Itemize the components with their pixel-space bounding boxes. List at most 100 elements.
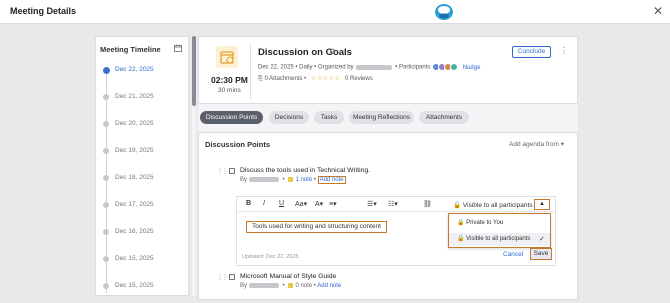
align-glyph: ≡ bbox=[329, 201, 334, 208]
visibility-option-private[interactable]: 🔒 Private to You bbox=[449, 217, 550, 230]
app-logo-icon bbox=[435, 4, 453, 20]
by-label: By bbox=[240, 283, 248, 290]
option-label: Visible to all participants bbox=[466, 236, 531, 242]
timeline-item[interactable]: Dec 21, 2025 bbox=[96, 92, 188, 104]
nudge-link[interactable]: Nudge bbox=[463, 65, 481, 71]
tab-decisions[interactable]: Decisions bbox=[269, 111, 309, 124]
align-icon[interactable]: ≡▾ bbox=[329, 200, 337, 208]
italic-icon[interactable]: I bbox=[263, 200, 265, 207]
timeline-item-label: Dec 15, 2025 bbox=[115, 255, 154, 262]
item-checkbox[interactable] bbox=[229, 274, 235, 280]
timeline-dot-icon bbox=[103, 256, 109, 262]
meeting-frequency: Daily bbox=[299, 64, 313, 71]
bold-icon[interactable]: B bbox=[246, 200, 251, 207]
meeting-meta: Dec 22, 2025 • Daily • Organized by • Pa… bbox=[258, 63, 481, 71]
font-size-letter: A bbox=[295, 201, 300, 208]
meeting-title: Discussion on Goals bbox=[258, 47, 352, 58]
meeting-duration: 30 mins bbox=[218, 87, 241, 94]
item-meta: By • 0 note • Add note bbox=[240, 283, 342, 290]
timeline-dot-icon bbox=[103, 202, 109, 208]
meeting-timeline-panel: Meeting Timeline Dec 22, 2025 Dec 21, 202… bbox=[95, 36, 189, 296]
font-size-icon[interactable]: Aa▾ bbox=[295, 200, 307, 208]
timeline-item-label: Dec 19, 2025 bbox=[115, 147, 154, 154]
organizer-name-redacted bbox=[355, 64, 392, 70]
title-bar: Meeting Details ✕ bbox=[0, 0, 670, 24]
drag-handle-icon[interactable]: ⋮⋮ bbox=[217, 274, 228, 281]
visibility-option-all[interactable]: 🔒 Visible to all participants ✓ bbox=[449, 233, 550, 246]
conclude-button[interactable]: Conclude bbox=[512, 46, 551, 58]
tab-attachments[interactable]: Attachments bbox=[419, 111, 469, 124]
link-icon[interactable]: ⛓ bbox=[423, 200, 432, 208]
add-agenda-dropdown[interactable]: Add agenda from ▾ bbox=[509, 140, 564, 148]
attachments-count[interactable]: 0 Attachments bbox=[264, 76, 302, 82]
tab-tasks[interactable]: Tasks bbox=[314, 111, 344, 124]
chevron-down-icon: ▾ bbox=[560, 141, 564, 148]
scrollbar-thumb[interactable] bbox=[192, 36, 196, 106]
timeline-item[interactable]: Dec 17, 2025 bbox=[96, 200, 188, 212]
timeline-item[interactable]: Dec 15, 2025 bbox=[96, 281, 188, 293]
timeline-item-label: Dec 18, 2025 bbox=[115, 174, 154, 181]
timeline-title: Meeting Timeline bbox=[100, 45, 161, 54]
timeline-item-label: Dec 20, 2025 bbox=[115, 120, 154, 127]
timeline-item[interactable]: Dec 19, 2025 bbox=[96, 146, 188, 158]
timeline-dot-icon bbox=[103, 94, 109, 100]
timeline-item-label: Dec 17, 2025 bbox=[115, 201, 154, 208]
text-color-letter: A bbox=[315, 201, 320, 208]
timeline-item-label: Dec 21, 2025 bbox=[115, 93, 154, 100]
bullet-list-glyph: ☷ bbox=[388, 201, 395, 208]
item-title[interactable]: Microsoft Manual of Style Guide bbox=[240, 273, 336, 280]
visibility-selector[interactable]: 🔒 Visible to all participants bbox=[453, 201, 533, 209]
tab-discussion-points[interactable]: Discussion Points bbox=[200, 111, 263, 124]
by-label: By bbox=[240, 177, 248, 184]
item-checkbox[interactable] bbox=[229, 168, 235, 174]
item-meta: By • 1 note • Add note bbox=[240, 176, 346, 185]
item-title[interactable]: Discuss the tools used in Technical Writ… bbox=[240, 167, 370, 174]
timeline-dot-icon bbox=[103, 229, 109, 235]
timeline-item-label: Dec 15, 2025 bbox=[115, 282, 154, 289]
numbered-list-icon[interactable]: ☰▾ bbox=[367, 200, 377, 208]
timeline-dot-icon bbox=[103, 148, 109, 154]
timeline-item[interactable]: Dec 22, 2025 bbox=[96, 65, 188, 77]
reviews-count: 0 Reviews bbox=[345, 76, 373, 82]
timeline-item[interactable]: Dec 16, 2025 bbox=[96, 227, 188, 239]
participant-avatars[interactable] bbox=[432, 63, 459, 71]
tab-meeting-reflections[interactable]: Meeting Reflections bbox=[349, 111, 414, 124]
visibility-menu: 🔒 Private to You 🔒 Visible to all partic… bbox=[448, 213, 551, 248]
note-icon bbox=[288, 177, 294, 182]
timeline-item-label: Dec 16, 2025 bbox=[115, 228, 154, 235]
author-name-redacted bbox=[249, 177, 280, 182]
calendar-icon[interactable] bbox=[174, 44, 182, 52]
timeline-dot-icon bbox=[102, 66, 110, 74]
numbered-list-glyph: ☰ bbox=[367, 201, 374, 208]
meeting-date: Dec 22, 2025 bbox=[258, 64, 294, 71]
drag-handle-icon[interactable]: ⋮⋮ bbox=[217, 168, 228, 175]
more-options-icon[interactable]: ⋮ bbox=[560, 46, 568, 55]
avatar bbox=[450, 63, 459, 71]
add-note-link[interactable]: Add note bbox=[317, 176, 346, 185]
meeting-attachments-row: ⎘ 0 Attachments • ☆☆☆☆☆ 0 Reviews bbox=[258, 76, 373, 82]
visibility-caret-up-icon[interactable]: ▲ bbox=[534, 199, 550, 210]
add-note-link[interactable]: Add note bbox=[317, 283, 341, 289]
close-icon[interactable]: ✕ bbox=[653, 4, 663, 18]
note-text[interactable]: Tools used for writing and structuring c… bbox=[246, 221, 387, 233]
notes-count[interactable]: 0 note bbox=[295, 283, 312, 289]
text-color-icon[interactable]: A▾ bbox=[315, 200, 323, 208]
timeline-item[interactable]: Dec 18, 2025 bbox=[96, 173, 188, 185]
timeline-item[interactable]: Dec 15, 2025 bbox=[96, 254, 188, 266]
divider bbox=[250, 43, 251, 99]
save-button[interactable]: Save bbox=[530, 248, 552, 260]
notes-count-link[interactable]: 1 note bbox=[295, 177, 312, 183]
timeline-item[interactable]: Dec 20, 2025 bbox=[96, 119, 188, 131]
rating-stars[interactable]: ☆☆☆☆☆ bbox=[311, 76, 340, 82]
editor-toolbar: B I U Aa▾ A▾ ≡▾ ☰▾ ☷▾ ⛓ 🔒 Visible to all… bbox=[237, 197, 555, 212]
discussion-points-title: Discussion Points bbox=[205, 140, 271, 149]
underline-icon[interactable]: U bbox=[279, 200, 284, 207]
cancel-button[interactable]: Cancel bbox=[503, 251, 523, 258]
timeline-scrollbar[interactable] bbox=[192, 36, 196, 296]
updated-timestamp: Updated: Dec 22, 2025 bbox=[242, 254, 299, 260]
meeting-time: 02:30 PM bbox=[211, 75, 248, 85]
meeting-summary-card: 02:30 PM 30 mins Discussion on Goals ⟳ D… bbox=[198, 36, 578, 104]
recurring-icon: ⟳ bbox=[330, 47, 337, 56]
timeline-dot-icon bbox=[103, 175, 109, 181]
bullet-list-icon[interactable]: ☷▾ bbox=[388, 200, 398, 208]
